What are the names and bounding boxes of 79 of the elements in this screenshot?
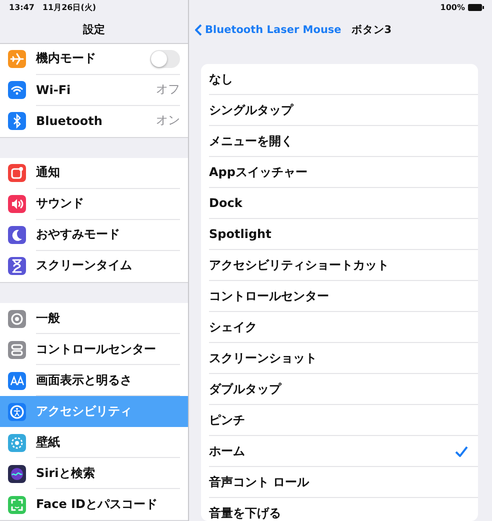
battery-percent: 100%	[440, 3, 465, 12]
option-label: スクリーンショット	[209, 350, 318, 367]
status-date: 11月26日(火)	[42, 2, 96, 14]
option-item[interactable]: なし	[209, 64, 478, 96]
sidebar-item[interactable]: 通知	[0, 158, 188, 189]
item-label: おやすみモード	[36, 226, 120, 244]
page-title: ボタン3	[351, 23, 392, 38]
plane-icon	[8, 50, 26, 68]
item-label: 一般	[36, 310, 60, 326]
notification-icon	[8, 164, 26, 182]
siri-icon	[8, 464, 26, 482]
option-label: メニューを開く	[209, 132, 294, 150]
option-label: ダブルタップ	[209, 380, 282, 398]
item-label: アクセシビリティ	[36, 402, 132, 420]
option-item[interactable]: Appスイッチャー	[209, 157, 478, 188]
sidebar-item[interactable]: Siriと検索	[0, 458, 188, 489]
option-label: コントロールセンター	[209, 288, 330, 305]
option-item[interactable]: ダブルタップ	[209, 374, 478, 406]
item-value: オン	[156, 112, 180, 130]
hourglass-icon	[8, 257, 26, 276]
back-chevron-icon	[195, 24, 202, 36]
item-label: Wi-Fi	[36, 82, 71, 97]
face-icon	[8, 496, 26, 514]
sidebar-item[interactable]: コントロールセンター	[0, 334, 188, 365]
accessibility-icon	[8, 402, 26, 420]
item-label: 通知	[36, 164, 60, 182]
item-label: スクリーンタイム	[36, 257, 132, 274]
switches-icon	[8, 340, 26, 358]
option-label: ホーム	[209, 442, 246, 460]
flower-icon	[8, 434, 26, 452]
option-label: ピンチ	[209, 412, 246, 429]
text-size-icon	[8, 372, 26, 390]
option-item[interactable]: ホーム	[209, 436, 478, 468]
sidebar-item[interactable]: Wi-Fi オフ	[0, 74, 188, 106]
sidebar-item[interactable]: 機内モード	[0, 44, 188, 75]
sidebar-item[interactable]: スクリーンタイム	[0, 250, 188, 282]
option-label: 音声コント ロール	[209, 474, 310, 491]
item-value: オフ	[156, 81, 180, 98]
option-label: Appスイッチャー	[209, 164, 308, 181]
item-label: Face IDとパスコード	[36, 496, 158, 512]
option-label: Dock	[209, 196, 244, 210]
battery-icon	[468, 4, 484, 12]
item-label: コントロールセンター	[36, 340, 156, 358]
option-item[interactable]: スクリーンショット	[209, 343, 478, 374]
option-label: 音量を下げる	[209, 504, 282, 521]
option-item[interactable]: 音声コント ロール	[209, 467, 478, 498]
option-item[interactable]: コントロールセンター	[209, 281, 478, 312]
option-label: シングルタップ	[209, 102, 294, 119]
option-item[interactable]: ピンチ	[209, 405, 478, 436]
item-label: サウンド	[36, 195, 84, 212]
item-label: Bluetooth	[36, 114, 102, 128]
option-item[interactable]: Spotlight	[209, 219, 478, 250]
sidebar-item[interactable]: Bluetooth オン	[0, 106, 188, 137]
sidebar-item[interactable]: Face IDとパスコード	[0, 489, 188, 520]
status-time: 13:47	[9, 3, 34, 12]
option-item[interactable]: 音量を下げる	[209, 498, 478, 521]
gear-icon	[8, 310, 26, 328]
item-label: Siriと検索	[36, 464, 95, 482]
option-label: Spotlight	[209, 227, 272, 242]
item-label: 壁紙	[36, 434, 60, 450]
sidebar-item[interactable]: おやすみモード	[0, 220, 188, 251]
option-label: なし	[209, 70, 234, 88]
option-label: アクセシビリティショートカット	[209, 256, 390, 274]
bluetooth-icon	[8, 112, 26, 130]
toggle-switch[interactable]	[150, 50, 180, 68]
option-item[interactable]: メニューを開く	[209, 126, 478, 158]
option-item[interactable]: アクセシビリティショートカット	[209, 250, 478, 282]
item-label: 機内モード	[36, 50, 96, 68]
speaker-icon	[8, 195, 26, 214]
option-item[interactable]: シングルタップ	[209, 95, 478, 126]
moon-icon	[8, 226, 26, 244]
wifi-icon	[8, 81, 26, 100]
sidebar-item[interactable]: サウンド	[0, 188, 188, 220]
option-item[interactable]: Dock	[209, 188, 478, 220]
sidebar-item[interactable]: 壁紙	[0, 427, 188, 458]
sidebar-item[interactable]: 一般	[0, 303, 188, 334]
item-label: 画面表示と明るさ	[36, 372, 132, 388]
option-item[interactable]: シェイク	[209, 312, 478, 344]
option-label: シェイク	[209, 318, 258, 336]
